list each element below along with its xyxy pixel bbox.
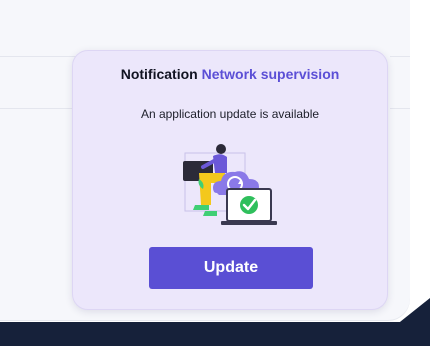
update-button[interactable]: Update [149, 247, 313, 289]
bottom-dark-bar [0, 322, 430, 346]
notification-title-accent: Network supervision [201, 66, 340, 82]
notification-message: An application update is available [140, 107, 320, 121]
background-divider [0, 108, 80, 109]
notification-card: Notification Network supervision An appl… [72, 50, 388, 310]
notification-title-prefix: Notification [120, 66, 198, 82]
screen: Notification Network supervision An appl… [0, 0, 430, 346]
notification-title: Notification Network supervision [73, 66, 387, 82]
background-divider [0, 56, 80, 57]
background-divider [390, 56, 410, 57]
person-laptop-cloud-update-icon [177, 139, 287, 237]
background-divider [390, 108, 410, 109]
